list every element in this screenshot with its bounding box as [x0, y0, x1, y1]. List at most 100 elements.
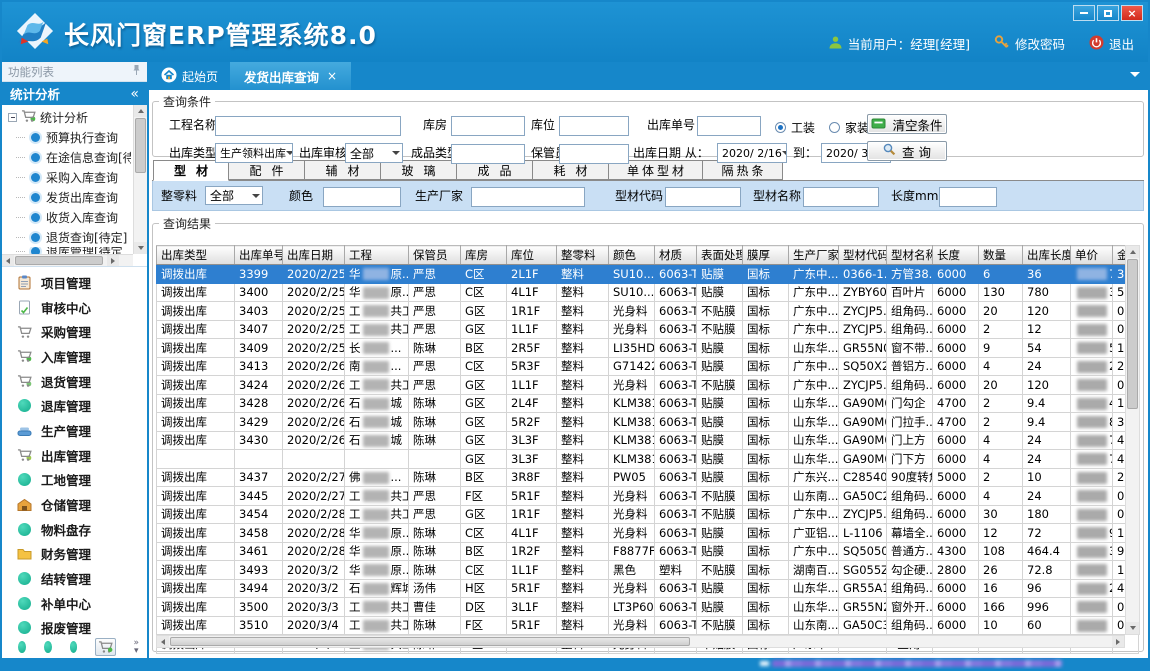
material-tab-玻璃[interactable]: 玻璃 — [381, 160, 457, 180]
sidebar-item-项目管理[interactable]: 项目管理 — [2, 270, 147, 295]
out-type-combo[interactable]: 生产领料出库 — [215, 143, 293, 163]
color-input[interactable] — [323, 187, 401, 207]
scroll-right-icon[interactable] — [107, 255, 119, 267]
pin-icon[interactable] — [132, 64, 141, 79]
sidebar-item-仓储管理[interactable]: 仓储管理 — [2, 492, 147, 517]
sidebar-item-退库管理[interactable]: 退库管理 — [2, 393, 147, 418]
close-button[interactable]: × — [1121, 5, 1143, 21]
table-row[interactable]: 调拨出库34242020/2/26工共工程严思G区1L1F整料光身料6063-T… — [157, 376, 1139, 395]
sidebar-section-statistics[interactable]: 统计分析 « — [2, 82, 147, 105]
table-row[interactable]: 调拨出库34452020/2/27工共工程严思F区5R1F整料光身料6063-T… — [157, 487, 1139, 506]
table-horizontal-scrollbar[interactable] — [156, 635, 1125, 648]
table-row[interactable]: G区3L3F整料KLM38176063-T5贴膜国标山东华...GA90M09.… — [157, 450, 1139, 469]
dot-icon[interactable] — [18, 641, 26, 653]
tree-item-7[interactable]: 退库管理[待定 — [4, 247, 131, 254]
table-row[interactable]: 调拨出库35102020/3/4工共工程陈琳F区5R1F整料光身料6063-T5… — [157, 616, 1139, 635]
sidebar-item-结转管理[interactable]: 结转管理 — [2, 566, 147, 591]
sidebar-item-出库管理[interactable]: 出库管理 — [2, 443, 147, 468]
column-header-生产厂家[interactable]: 生产厂家 — [789, 246, 839, 265]
sidebar-item-报废管理[interactable]: 报废管理 — [2, 616, 147, 637]
column-header-材质[interactable]: 材质 — [655, 246, 697, 265]
cart-shortcut-button[interactable] — [95, 638, 115, 656]
length-input[interactable] — [939, 187, 997, 207]
change-password-button[interactable]: 修改密码 — [994, 34, 1065, 53]
profile-code-input[interactable] — [665, 187, 741, 207]
search-button[interactable]: 查 询 — [867, 141, 947, 161]
sidebar-item-入库管理[interactable]: 入库管理 — [2, 344, 147, 369]
table-row[interactable]: 调拨出库34072020/2/25工共工程严思G区1L1F整料光身料6063-T… — [157, 320, 1139, 339]
column-header-保管员[interactable]: 保管员 — [409, 246, 461, 265]
column-header-出库长度[interactable]: 出库长度 — [1023, 246, 1071, 265]
column-header-出库类型[interactable]: 出库类型 — [157, 246, 235, 265]
tab-shipment-outbound-query[interactable]: 发货出库查询 × — [230, 62, 351, 90]
whole-part-combo[interactable]: 全部 — [205, 186, 263, 205]
table-row[interactable]: 调拨出库34582020/2/28华原...陈琳C区4L1F整料光身料6063-… — [157, 524, 1139, 543]
material-tab-辅材[interactable]: 辅材 — [305, 160, 381, 180]
tree-item-1[interactable]: 预算执行查询 — [4, 127, 131, 147]
sidebar-item-工地管理[interactable]: 工地管理 — [2, 468, 147, 493]
table-row[interactable]: 调拨出库33992020/2/25华原...严思C区2L1F整料SU10...6… — [157, 265, 1139, 284]
material-tab-配件[interactable]: 配件 — [229, 160, 305, 180]
table-vertical-scrollbar[interactable] — [1125, 245, 1140, 635]
column-header-颜色[interactable]: 颜色 — [609, 246, 655, 265]
column-header-膜厚[interactable]: 膜厚 — [743, 246, 789, 265]
radio-gongzhuang[interactable]: 工装 — [775, 117, 815, 137]
column-header-型材名称[interactable]: 型材名称 — [887, 246, 933, 265]
audit-combo[interactable]: 全部 — [345, 143, 403, 163]
product-type-input[interactable] — [451, 144, 525, 164]
dot-icon[interactable] — [70, 641, 78, 653]
tab-home[interactable]: 起始页 — [149, 62, 230, 90]
column-header-工程[interactable]: 工程 — [345, 246, 409, 265]
tree-item-4[interactable]: 发货出库查询 — [4, 187, 131, 207]
tree-root-statistics[interactable]: 统计分析 — [4, 107, 131, 127]
material-tab-隔热条[interactable]: 隔热条 — [703, 160, 783, 180]
table-row[interactable]: 调拨出库34542020/2/28工共工程严思G区1R1F整料光身料6063-T… — [157, 505, 1139, 524]
order-no-input[interactable] — [697, 116, 761, 136]
scroll-down-icon[interactable] — [1126, 622, 1139, 634]
sidebar-item-采购管理[interactable]: 采购管理 — [2, 319, 147, 344]
table-row[interactable]: 调拨出库34292020/2/26石城陈琳G区5R2F整料KLM38176063… — [157, 413, 1139, 432]
scroll-up-icon[interactable] — [134, 105, 147, 117]
column-header-数量[interactable]: 数量 — [979, 246, 1023, 265]
table-row[interactable]: 调拨出库34932020/3/2华原...陈琳C区1L1F整料黑色塑料不贴膜国标… — [157, 561, 1139, 580]
table-row[interactable]: 调拨出库34942020/3/2石辉城汤伟H区5R1F整料光身料6063-T5贴… — [157, 579, 1139, 598]
column-header-型材代码[interactable]: 型材代码 — [839, 246, 887, 265]
scroll-left-icon[interactable] — [157, 636, 169, 647]
material-tab-型材[interactable]: 型材 — [153, 160, 229, 181]
table-row[interactable]: 调拨出库34372020/2/27佛...陈琳B区3R8F整料PW056063-… — [157, 468, 1139, 487]
column-header-库位[interactable]: 库位 — [507, 246, 557, 265]
sidebar-item-审核中心[interactable]: 审核中心 — [2, 295, 147, 320]
scroll-down-icon[interactable] — [134, 242, 147, 254]
sidebar-item-退货管理[interactable]: 退货管理 — [2, 369, 147, 394]
date-from-picker[interactable]: 2020/ 2/16 — [717, 143, 787, 163]
column-header-库房[interactable]: 库房 — [461, 246, 507, 265]
sidebar-item-补单中心[interactable]: 补单中心 — [2, 591, 147, 616]
table-row[interactable]: 调拨出库34002020/2/25华原...严思C区4L1F整料SU10...6… — [157, 283, 1139, 302]
table-row[interactable]: 调拨出库34282020/2/26石城陈琳G区2L4F整料KLM38176063… — [157, 394, 1139, 413]
maximize-button[interactable] — [1097, 5, 1119, 21]
scroll-up-icon[interactable] — [1126, 246, 1139, 258]
tree-expander-icon[interactable] — [8, 113, 17, 122]
column-header-整零料[interactable]: 整零料 — [557, 246, 609, 265]
column-header-出库单号[interactable]: 出库单号 — [235, 246, 283, 265]
collapse-icon[interactable]: « — [130, 86, 139, 102]
scroll-left-icon[interactable] — [2, 255, 14, 267]
sidebar-item-物料盘存[interactable]: 物料盘存 — [2, 517, 147, 542]
table-row[interactable]: 调拨出库34132020/2/26南...严思C区5R3F整料G71422606… — [157, 357, 1139, 376]
keeper-input[interactable] — [559, 144, 629, 164]
sidebar-item-财务管理[interactable]: 财务管理 — [2, 542, 147, 567]
tab-close-icon[interactable]: × — [327, 69, 337, 83]
tree-item-5[interactable]: 收货入库查询 — [4, 207, 131, 227]
column-header-表面处理[interactable]: 表面处理 — [697, 246, 743, 265]
profile-name-input[interactable] — [803, 187, 879, 207]
location-input[interactable] — [559, 116, 629, 136]
logout-button[interactable]: 退出 — [1089, 34, 1134, 53]
project-name-input[interactable] — [215, 116, 401, 136]
maker-input[interactable] — [471, 187, 585, 207]
table-row[interactable]: 调拨出库34302020/2/26石城陈琳G区3L3F整料KLM38176063… — [157, 431, 1139, 450]
dot-icon[interactable] — [44, 641, 52, 653]
scroll-right-icon[interactable] — [1112, 636, 1124, 647]
tab-overflow-icon[interactable] — [1130, 72, 1140, 82]
table-row[interactable]: 调拨出库34612020/2/28华原...陈琳B区1R2F整料F8877FT6… — [157, 542, 1139, 561]
more-chevron-icon[interactable]: »▾ — [134, 639, 140, 655]
